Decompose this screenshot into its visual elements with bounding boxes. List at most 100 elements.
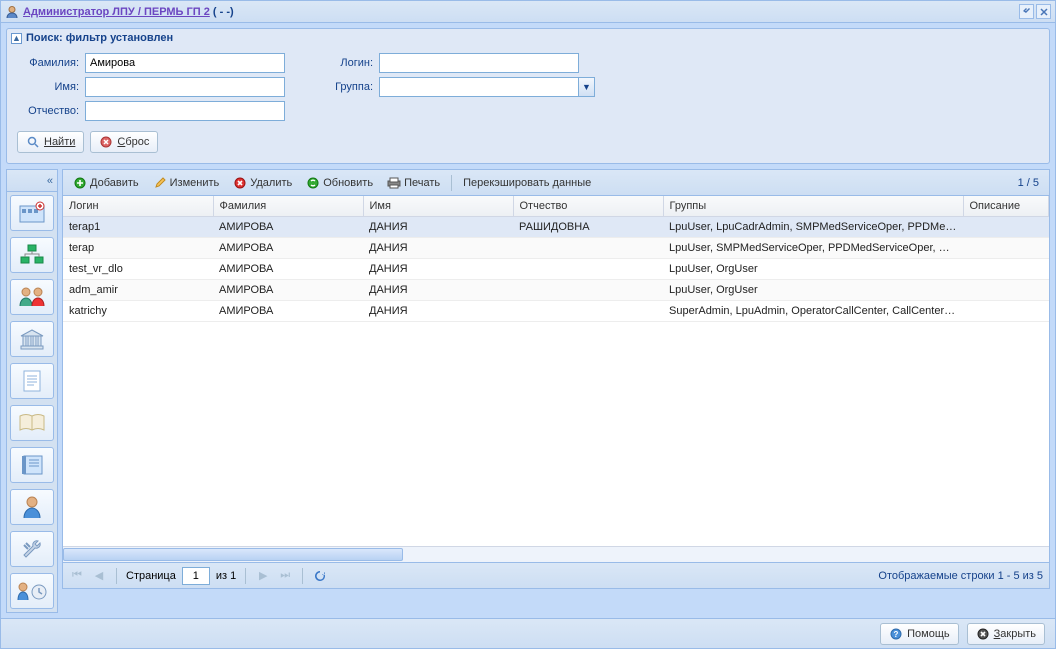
- close-button[interactable]: [1036, 4, 1051, 19]
- table-row[interactable]: katrichyАМИРОВАДАНИЯ SuperAdmin, LpuAdmin…: [63, 301, 1049, 322]
- cancel-icon: [99, 135, 113, 149]
- col-surname[interactable]: Фамилия: [213, 196, 363, 217]
- table-row[interactable]: adm_amirАМИРОВАДАНИЯLpuUser, OrgUser: [63, 280, 1049, 301]
- window-footer: ? Помощь Закрыть: [1, 618, 1055, 648]
- search-panel: ▲ Поиск: фильтр установлен Фамилия: Имя:…: [6, 28, 1050, 164]
- group-input[interactable]: [379, 77, 579, 97]
- grid-panel: Добавить Изменить Удалить Обновить Печат…: [62, 169, 1050, 589]
- sidebar-notebook-button[interactable]: [10, 447, 54, 483]
- group-label: Группа:: [325, 81, 373, 93]
- row-counter: 1 / 5: [1012, 177, 1045, 189]
- collapse-icon[interactable]: ▲: [11, 33, 22, 44]
- cell-surname: АМИРОВА: [213, 217, 363, 238]
- user-icon: [5, 5, 19, 19]
- cell-name: ДАНИЯ: [363, 259, 513, 280]
- col-name[interactable]: Имя: [363, 196, 513, 217]
- cell-patronymic: [513, 259, 663, 280]
- sidebar-book-button[interactable]: [10, 405, 54, 441]
- sidebar-bank-button[interactable]: [10, 321, 54, 357]
- col-login[interactable]: Логин: [63, 196, 213, 217]
- col-patronymic[interactable]: Отчество: [513, 196, 663, 217]
- surname-label: Фамилия:: [17, 57, 79, 69]
- cell-description: [963, 301, 1049, 322]
- cell-groups: LpuUser, OrgUser: [663, 280, 963, 301]
- paging-toolbar: ⏮ ◀ Страница из 1 ▶ ⏭ Отображаемые строк…: [63, 562, 1049, 588]
- titlebar: Администратор ЛПУ / ПЕРМЬ ГП 2 ( - -): [1, 1, 1055, 23]
- search-header: ▲ Поиск: фильтр установлен: [7, 29, 1049, 47]
- sidebar-history-button[interactable]: [10, 573, 54, 609]
- sidebar-profile-button[interactable]: [10, 489, 54, 525]
- refresh-icon: [306, 176, 320, 190]
- sidebar-collapse-button[interactable]: «: [7, 170, 57, 192]
- page-label: Страница: [126, 570, 176, 582]
- table-row[interactable]: test_vr_dloАМИРОВАДАНИЯLpuUser, OrgUser: [63, 259, 1049, 280]
- help-icon: ?: [889, 627, 903, 641]
- sidebar-orgchart-button[interactable]: [10, 237, 54, 273]
- cell-groups: SuperAdmin, LpuAdmin, OperatorCallCenter…: [663, 301, 963, 322]
- add-button[interactable]: Добавить: [67, 173, 145, 193]
- maximize-button[interactable]: [1019, 4, 1034, 19]
- cell-patronymic: [513, 301, 663, 322]
- cell-name: ДАНИЯ: [363, 280, 513, 301]
- close-footer-button[interactable]: Закрыть: [967, 623, 1045, 645]
- page-total: из 1: [216, 570, 236, 582]
- name-label: Имя:: [17, 81, 79, 93]
- find-button[interactable]: Найти: [17, 131, 84, 153]
- cell-groups: LpuUser, OrgUser: [663, 259, 963, 280]
- delete-button[interactable]: Удалить: [227, 173, 298, 193]
- cell-description: [963, 217, 1049, 238]
- print-icon: [387, 176, 401, 190]
- cell-patronymic: РАШИДОВНА: [513, 217, 663, 238]
- cell-login: katrichy: [63, 301, 213, 322]
- cell-surname: АМИРОВА: [213, 301, 363, 322]
- next-page-button[interactable]: ▶: [255, 568, 271, 584]
- sidebar-users-button[interactable]: [10, 279, 54, 315]
- cell-login: terap: [63, 238, 213, 259]
- cell-surname: АМИРОВА: [213, 238, 363, 259]
- cell-description: [963, 280, 1049, 301]
- group-dropdown-icon[interactable]: ▼: [579, 77, 595, 97]
- cell-surname: АМИРОВА: [213, 280, 363, 301]
- login-input[interactable]: [379, 53, 579, 73]
- recache-button[interactable]: Перекэшировать данные: [457, 173, 597, 193]
- help-button[interactable]: ? Помощь: [880, 623, 959, 645]
- sidebar-tools-button[interactable]: [10, 531, 54, 567]
- horizontal-scrollbar[interactable]: [63, 546, 1049, 562]
- display-info: Отображаемые строки 1 - 5 из 5: [878, 570, 1043, 582]
- svg-text:?: ?: [894, 630, 899, 639]
- cell-groups: LpuUser, LpuCadrAdmin, SMPMedServiceOper…: [663, 217, 963, 238]
- col-description[interactable]: Описание: [963, 196, 1049, 217]
- sidebar-document-button[interactable]: [10, 363, 54, 399]
- refresh-button[interactable]: Обновить: [300, 173, 379, 193]
- cell-groups: LpuUser, SMPMedServiceOper, PPDMedServic…: [663, 238, 963, 259]
- last-page-button[interactable]: ⏭: [277, 568, 293, 584]
- grid-toolbar: Добавить Изменить Удалить Обновить Печат…: [63, 170, 1049, 196]
- cell-patronymic: [513, 238, 663, 259]
- print-button[interactable]: Печать: [381, 173, 446, 193]
- window-title: Администратор ЛПУ / ПЕРМЬ ГП 2 ( - -): [23, 6, 234, 18]
- reload-button[interactable]: [312, 568, 328, 584]
- scrollbar-thumb[interactable]: [63, 548, 403, 561]
- page-input[interactable]: [182, 567, 210, 585]
- pencil-icon: [153, 176, 167, 190]
- edit-button[interactable]: Изменить: [147, 173, 226, 193]
- prev-page-button[interactable]: ◀: [91, 568, 107, 584]
- table-row[interactable]: terap1АМИРОВАДАНИЯРАШИДОВНАLpuUser, LpuC…: [63, 217, 1049, 238]
- sidebar-hospital-button[interactable]: [10, 195, 54, 231]
- patronymic-input[interactable]: [85, 101, 285, 121]
- login-label: Логин:: [325, 57, 373, 69]
- cell-description: [963, 238, 1049, 259]
- reset-button[interactable]: Сброс: [90, 131, 158, 153]
- patronymic-label: Отчество:: [17, 105, 79, 117]
- cell-name: ДАНИЯ: [363, 238, 513, 259]
- table-row[interactable]: terapАМИРОВАДАНИЯ LpuUser, SMPMedServiceO…: [63, 238, 1049, 259]
- cell-name: ДАНИЯ: [363, 301, 513, 322]
- cell-surname: АМИРОВА: [213, 259, 363, 280]
- first-page-button[interactable]: ⏮: [69, 568, 85, 584]
- admin-window: Администратор ЛПУ / ПЕРМЬ ГП 2 ( - -) ▲ …: [0, 0, 1056, 649]
- data-grid[interactable]: Логин Фамилия Имя Отчество Группы Описан…: [63, 196, 1049, 546]
- surname-input[interactable]: [85, 53, 285, 73]
- col-groups[interactable]: Группы: [663, 196, 963, 217]
- cell-description: [963, 259, 1049, 280]
- name-input[interactable]: [85, 77, 285, 97]
